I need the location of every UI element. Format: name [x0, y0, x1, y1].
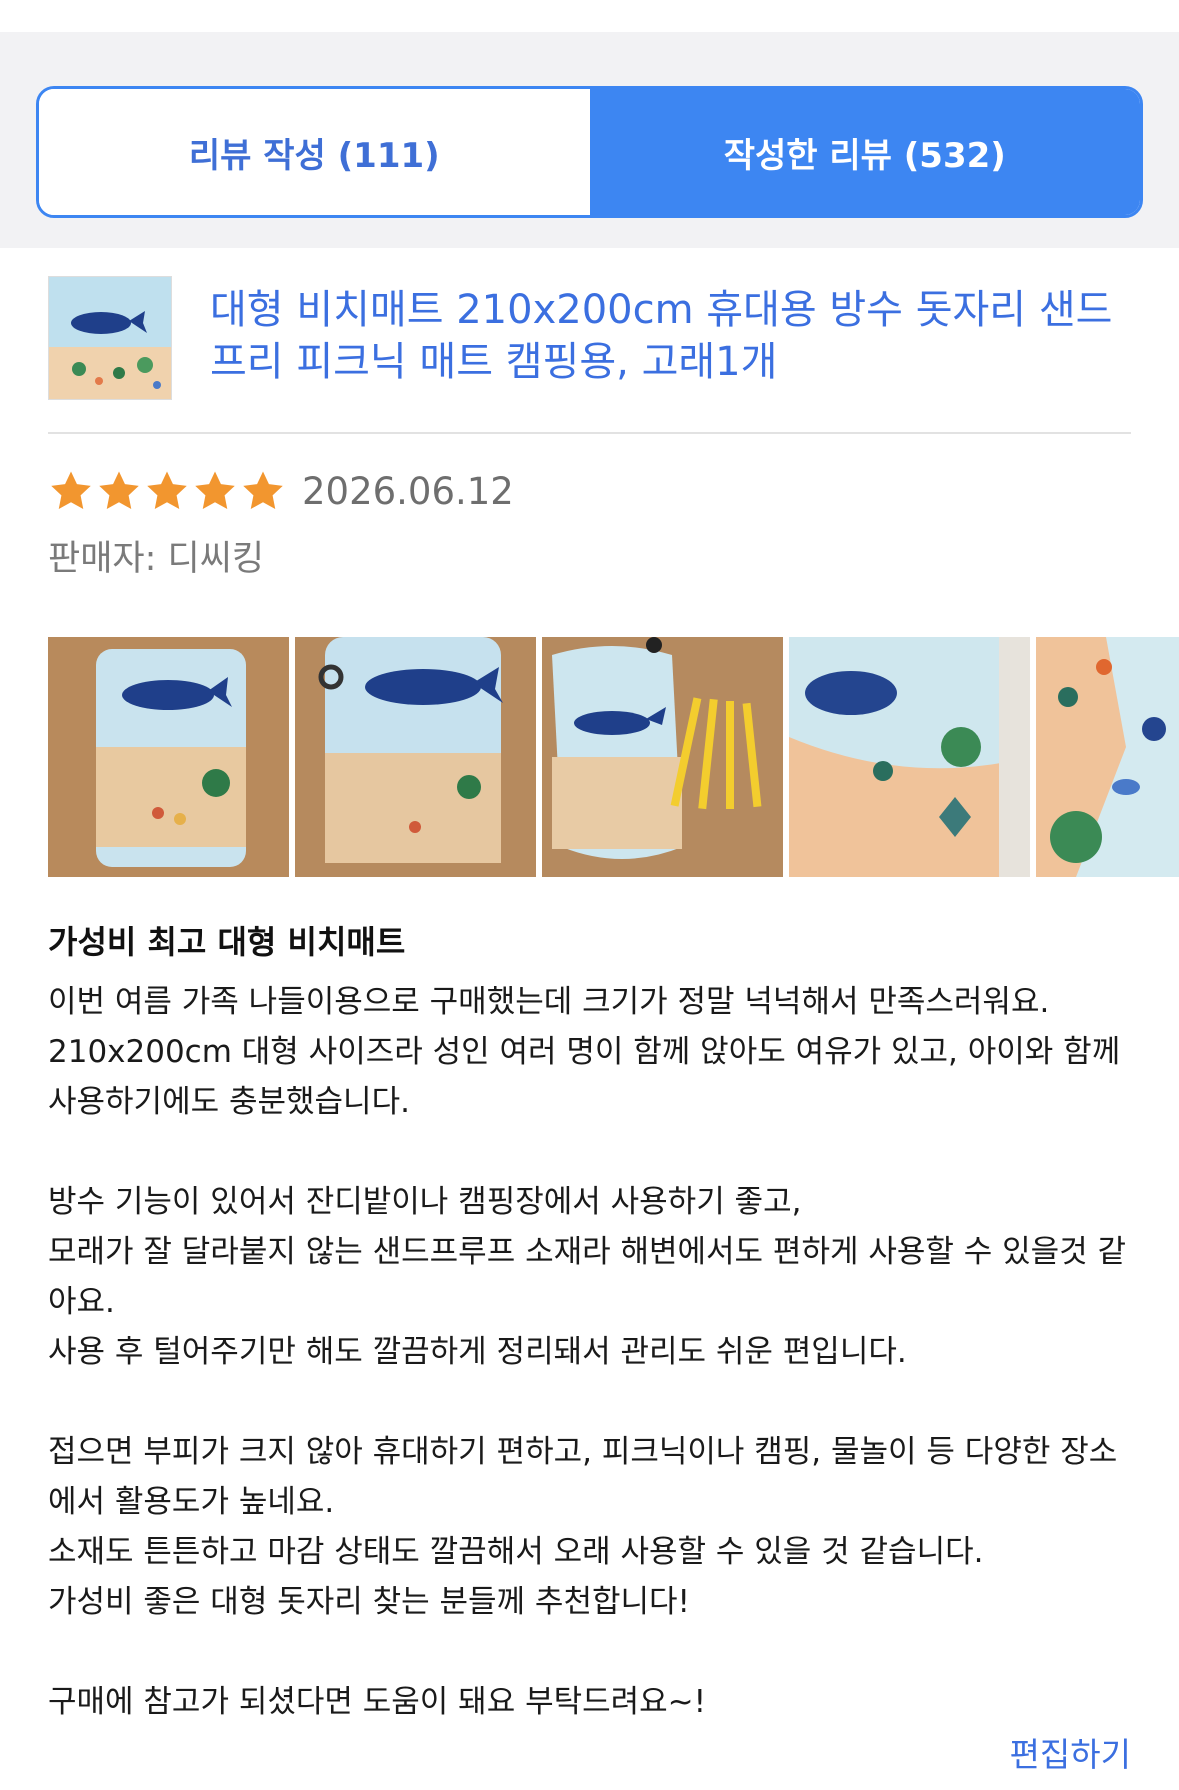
star-icon [99, 471, 139, 510]
review-photos [48, 637, 1179, 877]
paragraph-text: 구매에 참고가 되셨다면 도움이 돼요 부탁드려요~! [48, 1684, 707, 1720]
unfolded-whale-mat-photo[interactable] [789, 637, 1030, 877]
review-date: 2026.06.12 [302, 469, 514, 513]
star-icon [51, 471, 91, 510]
review-card: 대형 비치매트 210x200cm 휴대용 방수 돗자리 샌드프리 피크닉 매트… [0, 248, 1179, 1727]
paragraph-text: 방수 기능이 있어서 잔디밭이나 캠핑장에서 사용하기 좋고, 모래가 잘 달라… [48, 1184, 1127, 1370]
product-row: 대형 비치매트 210x200cm 휴대용 방수 돗자리 샌드프리 피크닉 매트… [48, 276, 1131, 434]
star-icon [195, 471, 235, 510]
mat-sea-pattern-photo[interactable] [1036, 637, 1179, 877]
star-rating [48, 468, 288, 514]
top-strip [0, 0, 1179, 32]
star-icon [147, 471, 187, 510]
edit-review-link[interactable]: 편집하기 [1010, 1728, 1131, 1776]
product-title[interactable]: 대형 비치매트 210x200cm 휴대용 방수 돗자리 샌드프리 피크닉 매트… [210, 284, 1131, 388]
packed-whale-mat-photo[interactable] [295, 637, 536, 877]
review-tabs: 리뷰 작성 (111) 작성한 리뷰 (532) [36, 86, 1143, 218]
tab-write-review[interactable]: 리뷰 작성 (111) [39, 89, 590, 215]
review-title: 가성비 최고 대형 비치매트 [48, 923, 406, 961]
review-paragraph: 이번 여름 가족 나들이용으로 구매했는데 크기가 정말 넉넉해서 만족스러워요… [48, 977, 1131, 1127]
seller-name: 판매자: 디씨킹 [48, 539, 265, 579]
mat-bag-with-pegs-photo[interactable] [542, 637, 783, 877]
review-paragraph: 접으면 부피가 크지 않아 휴대하기 편하고, 피크닉이나 캠핑, 물놀이 등 … [48, 1427, 1131, 1627]
paragraph-text: 접으면 부피가 크지 않아 휴대하기 편하고, 피크닉이나 캠핑, 물놀이 등 … [48, 1434, 1118, 1620]
folded-whale-mat-photo[interactable] [48, 637, 289, 877]
review-body: 이번 여름 가족 나들이용으로 구매했는데 크기가 정말 넉넉해서 만족스러워요… [48, 977, 1131, 1727]
tab-written-reviews[interactable]: 작성한 리뷰 (532) [589, 89, 1140, 215]
star-icon [243, 471, 283, 510]
review-paragraph: 방수 기능이 있어서 잔디밭이나 캠핑장에서 사용하기 좋고, 모래가 잘 달라… [48, 1177, 1131, 1377]
rating-row: 2026.06.12 [48, 468, 1131, 514]
whale-beach-mat-thumbnail[interactable] [48, 276, 172, 400]
tab-area: 리뷰 작성 (111) 작성한 리뷰 (532) [0, 32, 1179, 248]
paragraph-text: 이번 여름 가족 나들이용으로 구매했는데 크기가 정말 넉넉해서 만족스러워요… [48, 984, 1121, 1120]
review-paragraph: 구매에 참고가 되셨다면 도움이 돼요 부탁드려요~! [48, 1677, 1131, 1727]
